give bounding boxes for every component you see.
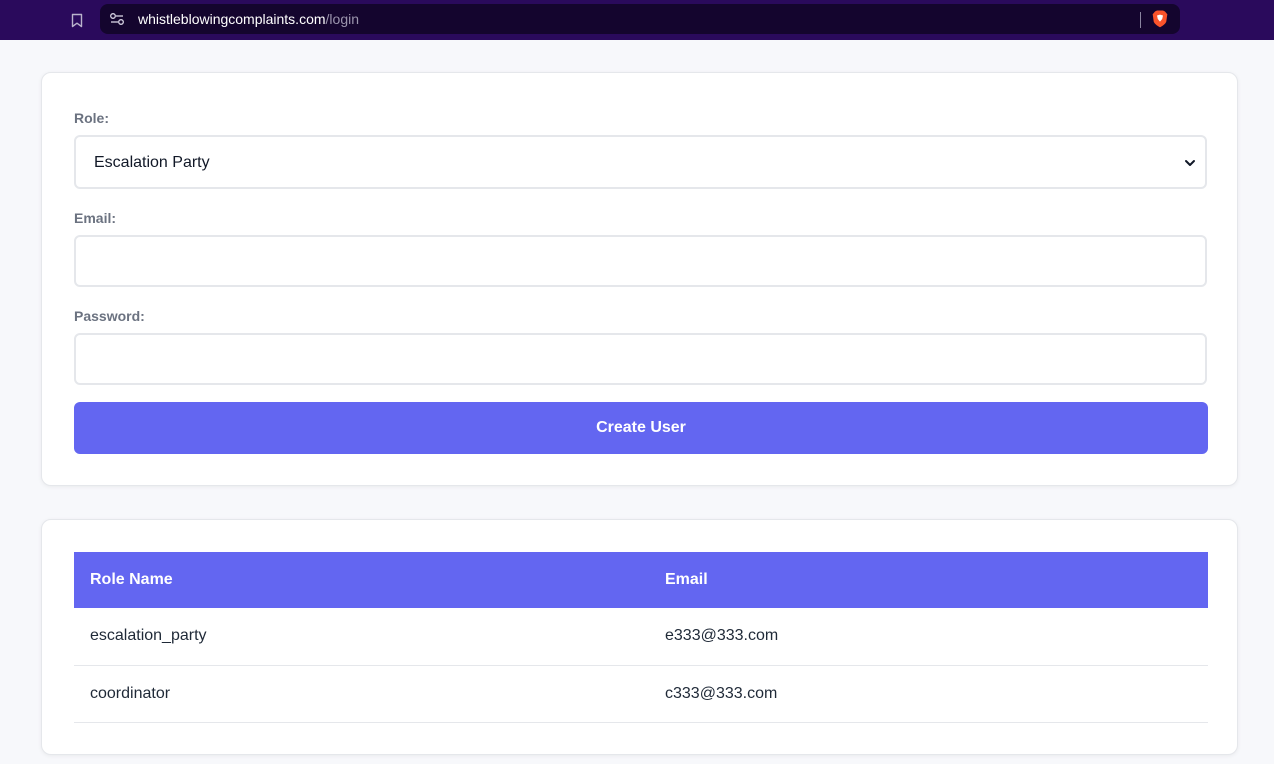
create-user-form-card: Role: Escalation Party Email: Password: … [41, 72, 1238, 486]
address-bar[interactable]: whistleblowingcomplaints.com/login [100, 4, 1180, 34]
bookmark-button[interactable] [66, 9, 88, 31]
email-label: Email: [74, 210, 117, 226]
password-label: Password: [74, 308, 145, 324]
email-cell: c333@333.com [649, 665, 1208, 723]
role-select-value: Escalation Party [94, 154, 210, 171]
column-header-role-name: Role Name [74, 552, 649, 608]
address-bar-divider [1140, 12, 1141, 28]
url-host: whistleblowingcomplaints.com [138, 11, 326, 27]
email-field-wrapper [74, 235, 1207, 287]
site-settings-icon [110, 13, 124, 25]
password-field-wrapper [74, 333, 1207, 385]
browser-toolbar: whistleblowingcomplaints.com/login [0, 0, 1274, 40]
url-path: /login [325, 11, 359, 27]
role-select[interactable]: Escalation Party [74, 135, 1207, 189]
brave-shield-icon [1152, 10, 1168, 28]
table-row: escalation_party e333@333.com [74, 608, 1208, 666]
email-cell: e333@333.com [649, 608, 1208, 666]
users-table-card: Role Name Email escalation_party e333@33… [41, 519, 1238, 755]
role-label: Role: [74, 110, 109, 126]
column-header-email: Email [649, 552, 1208, 608]
email-field[interactable] [76, 237, 1205, 285]
role-name-cell: coordinator [74, 665, 649, 723]
users-table: Role Name Email escalation_party e333@33… [74, 552, 1208, 723]
url-text[interactable]: whistleblowingcomplaints.com/login [138, 11, 359, 27]
site-settings-button[interactable] [108, 10, 126, 28]
password-field[interactable] [76, 335, 1205, 383]
bookmark-icon [71, 13, 83, 27]
table-header-row: Role Name Email [74, 552, 1208, 608]
brave-shields-button[interactable] [1150, 9, 1170, 29]
table-row: coordinator c333@333.com [74, 665, 1208, 723]
role-name-cell: escalation_party [74, 608, 649, 666]
create-user-button[interactable]: Create User [74, 402, 1208, 454]
chevron-down-icon [1185, 160, 1195, 166]
